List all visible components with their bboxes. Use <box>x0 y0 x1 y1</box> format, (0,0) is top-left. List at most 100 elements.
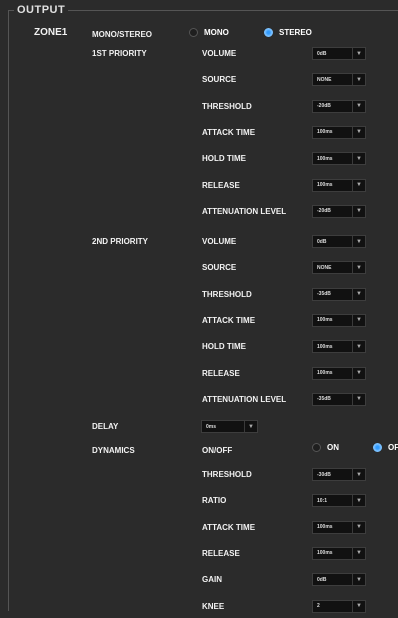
param-label: SOURCE <box>202 75 237 85</box>
stereo-radio-label: STEREO <box>279 28 312 37</box>
chevron-down-icon[interactable]: ▼ <box>352 574 365 586</box>
param-select-value: -20dB <box>317 103 331 110</box>
stereo-radio[interactable] <box>264 28 273 37</box>
param-label: VOLUME <box>202 49 237 58</box>
mono-radio-option[interactable]: MONO <box>189 28 229 37</box>
param-select[interactable]: 100ms ▼ <box>312 313 366 327</box>
param-select-value: -30dB <box>317 471 331 478</box>
dynamics-label: DYNAMICS <box>92 446 135 455</box>
param-label: SOURCE <box>202 263 237 273</box>
chevron-down-icon[interactable]: ▼ <box>352 495 365 507</box>
param-select[interactable]: 100ms ▼ <box>312 152 366 166</box>
param-select-value: 100ms <box>317 343 333 350</box>
param-label: ATTACK TIME <box>202 522 256 532</box>
param-label: THRESHOLD <box>202 470 252 479</box>
param-select[interactable]: -35dB ▼ <box>312 287 366 301</box>
param-select-value: 10:1 <box>317 497 328 504</box>
param-select[interactable]: 100ms ▼ <box>312 520 366 534</box>
param-select-value: 100ms <box>317 317 333 324</box>
chevron-down-icon[interactable]: ▼ <box>352 262 365 274</box>
chevron-down-icon[interactable]: ▼ <box>352 367 365 379</box>
param-select[interactable]: 2 ▼ <box>312 599 366 613</box>
chevron-down-icon[interactable]: ▼ <box>352 393 365 405</box>
mono-radio-label: MONO <box>204 28 229 37</box>
param-label: ATTENUATION LEVEL <box>202 394 287 404</box>
chevron-down-icon[interactable]: ▼ <box>244 421 257 432</box>
chevron-down-icon[interactable]: ▼ <box>352 341 365 353</box>
param-select-value: 2 <box>317 603 320 609</box>
dynamics-off-option[interactable]: OFF <box>373 443 398 452</box>
param-select[interactable]: -35dB ▼ <box>312 392 366 406</box>
param-label: HOLD TIME <box>202 342 246 352</box>
param-select-value: 100ms <box>317 550 333 557</box>
param-select[interactable]: -30dB ▼ <box>312 468 366 481</box>
param-label: GAIN <box>202 575 222 585</box>
chevron-down-icon[interactable]: ▼ <box>352 48 365 59</box>
param-select[interactable]: 100ms ▼ <box>312 178 366 192</box>
param-select-value: -20dB <box>317 208 331 215</box>
dynamics-on-label: ON <box>327 443 339 452</box>
dynamics-off-label: OFF <box>388 443 398 452</box>
chevron-down-icon[interactable]: ▼ <box>352 236 365 247</box>
param-label: HOLD TIME <box>202 154 246 164</box>
param-select[interactable]: -20dB ▼ <box>312 204 366 218</box>
param-select-value: 100ms <box>317 155 333 162</box>
priority1-label: 1ST PRIORITY <box>92 49 147 58</box>
stereo-radio-option[interactable]: STEREO <box>264 28 312 37</box>
param-select[interactable]: 0dB ▼ <box>312 573 366 587</box>
param-select[interactable]: 100ms ▼ <box>312 366 366 380</box>
dynamics-off-radio[interactable] <box>373 443 382 452</box>
param-select-value: 0dB <box>317 238 327 245</box>
param-label: VOLUME <box>202 237 237 246</box>
mono-radio[interactable] <box>189 28 198 37</box>
param-label: ATTACK TIME <box>202 127 256 137</box>
param-label: THRESHOLD <box>202 289 252 299</box>
param-select[interactable]: NONE ▼ <box>312 261 366 275</box>
chevron-down-icon[interactable]: ▼ <box>352 600 365 612</box>
dynamics-on-option[interactable]: ON <box>312 443 339 452</box>
zone-label: ZONE1 <box>34 27 68 38</box>
param-label: RELEASE <box>202 180 240 190</box>
param-label: ATTACK TIME <box>202 315 256 325</box>
param-select[interactable]: 0dB ▼ <box>312 235 366 248</box>
chevron-down-icon[interactable]: ▼ <box>352 288 365 300</box>
param-label: RELEASE <box>202 368 240 378</box>
chevron-down-icon[interactable]: ▼ <box>352 179 365 191</box>
param-select[interactable]: -20dB ▼ <box>312 99 366 113</box>
chevron-down-icon[interactable]: ▼ <box>352 469 365 480</box>
param-label: RELEASE <box>202 548 240 558</box>
param-select[interactable]: 0dB ▼ <box>312 47 366 60</box>
delay-select[interactable]: 0ms ▼ <box>201 420 258 433</box>
delay-label: DELAY <box>92 422 119 431</box>
param-select-value: 100ms <box>317 524 333 531</box>
param-select-value: 0dB <box>317 576 327 583</box>
param-select-value: 100ms <box>317 370 333 376</box>
param-select-value: -35dB <box>317 396 331 403</box>
chevron-down-icon[interactable]: ▼ <box>352 74 365 86</box>
param-label: KNEE <box>202 601 225 611</box>
mono-stereo-label: MONO/STEREO <box>92 30 153 39</box>
chevron-down-icon[interactable]: ▼ <box>352 521 365 533</box>
priority2-label: 2ND PRIORITY <box>92 237 149 246</box>
param-select-value: 100ms <box>317 129 333 136</box>
chevron-down-icon[interactable]: ▼ <box>352 205 365 217</box>
chevron-down-icon[interactable]: ▼ <box>352 153 365 165</box>
param-select[interactable]: 100ms ▼ <box>312 125 366 139</box>
param-select[interactable]: NONE ▼ <box>312 73 366 87</box>
delay-select-value: 0ms <box>206 423 217 430</box>
param-select-value: -35dB <box>317 291 331 298</box>
chevron-down-icon[interactable]: ▼ <box>352 547 365 559</box>
param-select-value: 100ms <box>317 182 333 188</box>
chevron-down-icon[interactable]: ▼ <box>352 314 365 326</box>
param-label: ATTENUATION LEVEL <box>202 206 287 216</box>
param-select[interactable]: 100ms ▼ <box>312 546 366 560</box>
param-select-value: 0dB <box>317 50 327 57</box>
chevron-down-icon[interactable]: ▼ <box>352 100 365 112</box>
param-select-value: NONE <box>317 76 332 83</box>
chevron-down-icon[interactable]: ▼ <box>352 126 365 138</box>
param-select[interactable]: 10:1 ▼ <box>312 494 366 508</box>
dynamics-on-radio[interactable] <box>312 443 321 452</box>
section-title: OUTPUT <box>14 4 69 16</box>
param-select[interactable]: 100ms ▼ <box>312 340 366 354</box>
dynamics-onoff-label: ON/OFF <box>202 446 233 455</box>
